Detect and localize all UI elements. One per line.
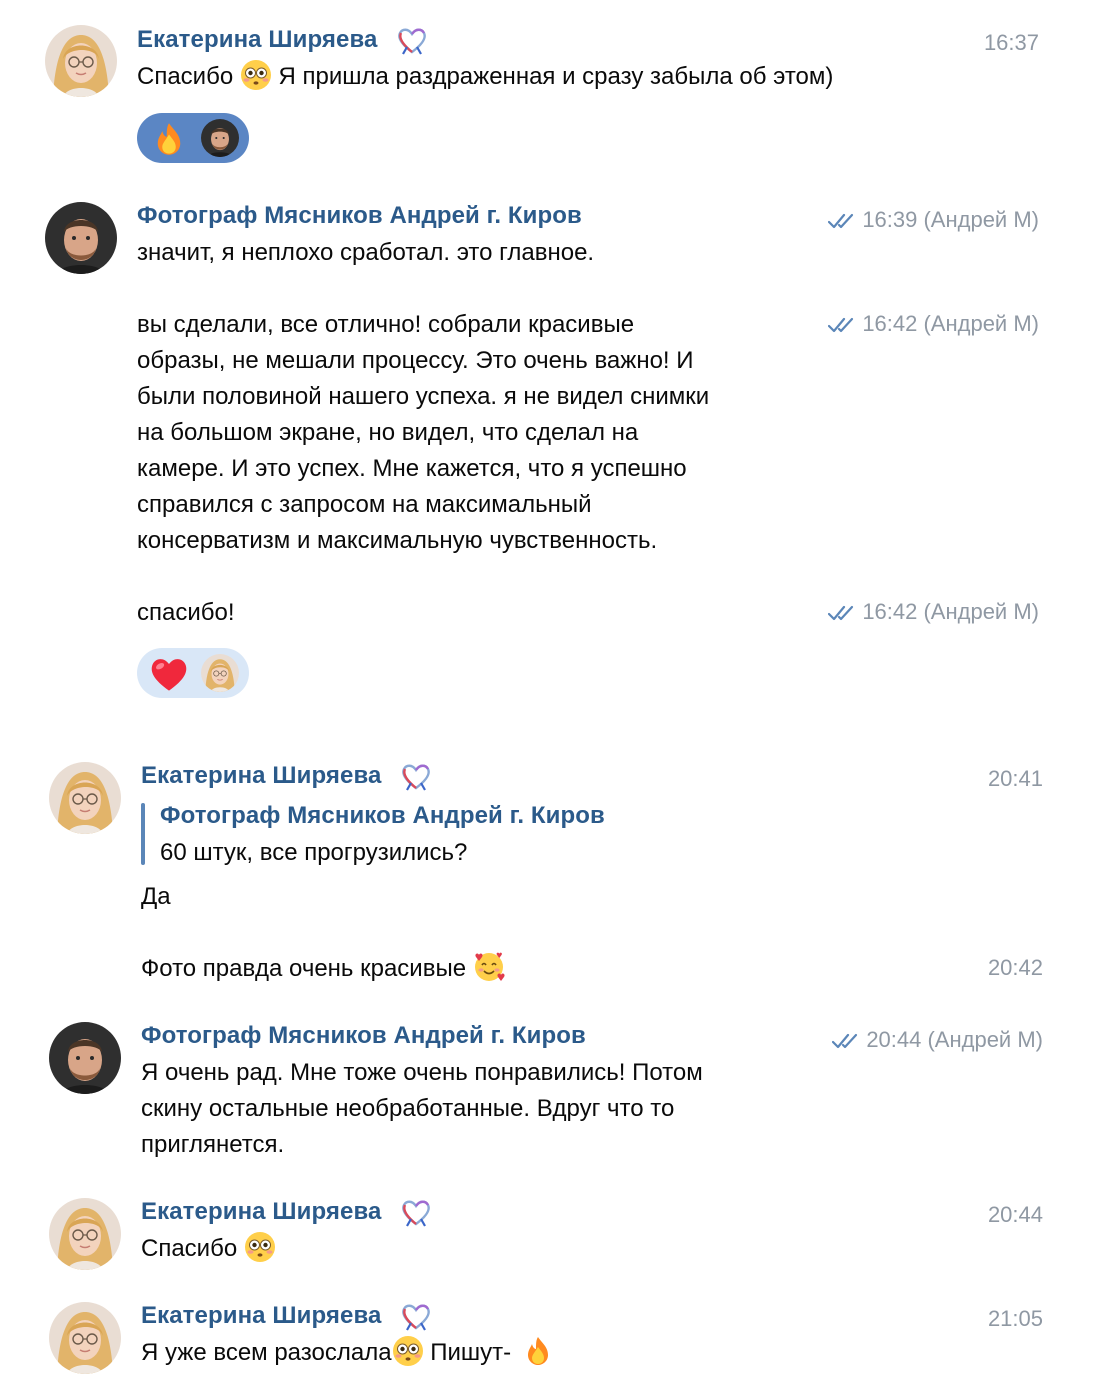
message-text: Спасибо Я пришла раздраженная и сразу за… — [137, 59, 833, 95]
time-text: 16:42 (Андрей М) — [862, 599, 1039, 624]
reply-bar — [141, 803, 145, 865]
avatar-andrey[interactable] — [49, 1022, 121, 1094]
message-text: Спасибо — [141, 1231, 276, 1267]
message-text: спасибо! — [137, 599, 235, 626]
double-check-icon — [828, 317, 858, 333]
message-time: 16:42 (Андрей М) — [828, 599, 1039, 625]
heart-badge-icon — [400, 1197, 432, 1227]
message-line: справился с запросом на максимальный — [137, 491, 592, 518]
sender-name[interactable]: Екатерина Ширяева — [137, 26, 377, 54]
message-line: скину остальные необработанные. Вдруг чт… — [141, 1095, 675, 1122]
message-time: 16:39 (Андрей М) — [828, 207, 1039, 233]
message-text: значит, я неплохо сработал. это главное. — [137, 239, 595, 266]
message-line: на большом экране, но видел, что сделал … — [137, 419, 639, 446]
message-time: 20:44 (Андрей М) — [832, 1027, 1043, 1053]
message-text: Я уже всем разослала Пишут- — [141, 1335, 554, 1371]
double-check-icon — [832, 1033, 862, 1049]
time-text: 16:39 (Андрей М) — [862, 207, 1039, 232]
message-time: 21:05 — [987, 1306, 1043, 1331]
message-time: 20:42 — [987, 955, 1043, 980]
message-text: Фото правда очень красивые — [141, 951, 505, 987]
message-line: образы, не мешали процессу. Это очень ва… — [137, 347, 694, 374]
avatar-ekaterina[interactable] — [49, 1198, 121, 1270]
message-text-part: Спасибо — [141, 1235, 238, 1262]
sender-name[interactable]: Екатерина Ширяева — [141, 1198, 381, 1226]
flushed-face-icon — [392, 1335, 424, 1367]
avatar-ekaterina[interactable] — [49, 762, 121, 834]
sender-name[interactable]: Екатерина Ширяева — [141, 762, 381, 790]
reaction-avatar-ekaterina — [201, 654, 239, 692]
flushed-face-icon — [240, 59, 272, 91]
reply-text: 60 штук, все прогрузились? — [160, 839, 468, 866]
message-text-part: Пишут- — [430, 1339, 512, 1366]
reaction-avatar-andrey — [201, 119, 239, 157]
sender-name[interactable]: Фотограф Мясников Андрей г. Киров — [137, 202, 582, 230]
avatar-ekaterina[interactable] — [49, 1302, 121, 1374]
message-text: вы сделали, все отлично! собрали красивы… — [137, 307, 709, 559]
message-time: 16:37 — [983, 30, 1039, 55]
double-check-icon — [828, 605, 858, 621]
heart-badge-icon — [396, 25, 428, 55]
fire-icon — [151, 121, 187, 157]
message-line: были половиной нашего успеха. я не видел… — [137, 383, 710, 410]
reaction-fire[interactable] — [137, 113, 249, 163]
message-time: 16:42 (Андрей М) — [828, 311, 1039, 337]
heart-badge-icon — [400, 1301, 432, 1331]
message-text: Я очень рад. Мне тоже очень понравились!… — [141, 1055, 703, 1163]
message-text-part: Я уже всем разослала — [141, 1339, 392, 1366]
message-text: Да — [141, 883, 171, 910]
time-text: 16:42 (Андрей М) — [862, 311, 1039, 336]
message-line: Я очень рад. Мне тоже очень понравились!… — [141, 1059, 703, 1086]
avatar-ekaterina[interactable] — [45, 25, 117, 97]
double-check-icon — [828, 213, 858, 229]
message-text-part: Я пришла раздраженная и сразу забыла об … — [278, 63, 834, 90]
heart-badge-icon — [400, 761, 432, 791]
smiling-face-with-hearts-icon — [473, 951, 505, 983]
fire-icon — [522, 1335, 554, 1367]
message-time: 20:41 — [987, 766, 1043, 791]
message-text-part: Спасибо — [137, 63, 234, 90]
flushed-face-icon — [244, 1231, 276, 1263]
avatar-andrey[interactable] — [45, 202, 117, 274]
message-line: консерватизм и максимальную чувственност… — [137, 527, 658, 554]
message-line: камере. И это успех. Мне кажется, что я … — [137, 455, 687, 482]
heart-icon — [149, 654, 189, 694]
message-line: вы сделали, все отлично! собрали красивы… — [137, 311, 635, 338]
reply-author: Фотограф Мясников Андрей г. Киров — [160, 802, 605, 829]
sender-name[interactable]: Фотограф Мясников Андрей г. Киров — [141, 1022, 586, 1050]
reaction-heart[interactable] — [137, 648, 249, 698]
message-text-part: Фото правда очень красивые — [141, 955, 467, 982]
time-text: 20:44 (Андрей М) — [866, 1027, 1043, 1052]
message-line: приглянется. — [141, 1131, 285, 1158]
message-time: 20:44 — [987, 1202, 1043, 1227]
sender-name[interactable]: Екатерина Ширяева — [141, 1302, 381, 1330]
